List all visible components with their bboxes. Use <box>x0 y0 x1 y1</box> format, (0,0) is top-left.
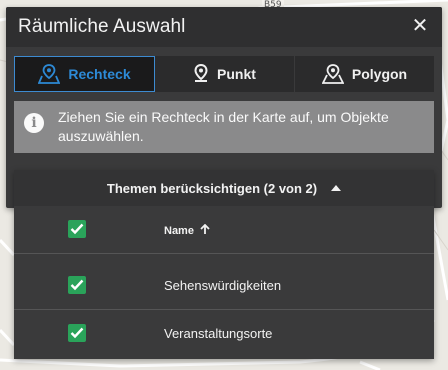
select-all-checkbox[interactable] <box>68 220 86 238</box>
info-icon: i <box>24 113 44 133</box>
checkmark-icon <box>70 327 84 339</box>
themes-toggle[interactable]: Themen berücksichtigen (2 von 2) <box>14 170 434 206</box>
tab-rechteck-label: Rechteck <box>68 66 131 82</box>
themes-panel: Themen berücksichtigen (2 von 2) Name Se… <box>14 170 434 359</box>
tab-punkt[interactable]: Punkt <box>155 56 295 92</box>
arrow-up-icon <box>200 224 210 234</box>
table-row: Veranstaltungsorte <box>14 310 434 358</box>
table-row: Sehenswürdigkeiten <box>14 262 434 310</box>
close-icon[interactable]: ✕ <box>410 16 430 36</box>
dialog-header: Räumliche Auswahl ✕ <box>6 7 442 47</box>
dialog-title: Räumliche Auswahl <box>18 16 186 37</box>
map-polygon-icon <box>321 64 344 84</box>
selection-mode-tabs: Rechteck Punkt Polygon <box>14 56 434 92</box>
checkmark-icon <box>70 279 84 291</box>
caret-up-icon <box>331 185 342 191</box>
tab-polygon-label: Polygon <box>351 66 408 82</box>
checkmark-icon <box>70 223 84 235</box>
column-header-name[interactable]: Name <box>164 224 210 237</box>
row-label: Sehenswürdigkeiten <box>164 278 282 293</box>
info-text: Ziehen Sie ein Rechteck in der Karte auf… <box>58 109 389 144</box>
tab-punkt-label: Punkt <box>217 66 256 82</box>
themes-header-label: Themen berücksichtigen (2 von 2) <box>106 180 318 196</box>
tab-polygon[interactable]: Polygon <box>295 56 434 92</box>
column-name-label: Name <box>164 225 194 237</box>
map-rectangle-icon <box>38 64 61 84</box>
table-header-row: Name <box>14 206 434 254</box>
map-pin-icon <box>194 64 208 82</box>
row-checkbox[interactable] <box>68 276 86 294</box>
tab-rechteck[interactable]: Rechteck <box>14 56 155 92</box>
info-message: i Ziehen Sie ein Rechteck in der Karte a… <box>14 101 434 153</box>
row-checkbox[interactable] <box>68 324 86 342</box>
row-label: Veranstaltungsorte <box>164 326 273 341</box>
